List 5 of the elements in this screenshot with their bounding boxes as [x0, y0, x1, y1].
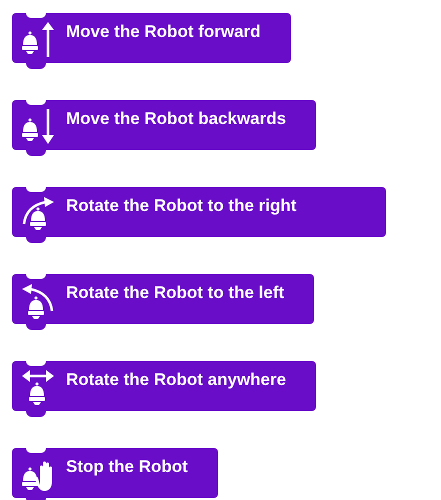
robot-down-arrow-icon: [20, 107, 56, 145]
robot-up-arrow-icon: [20, 20, 56, 58]
robot-curved-arrow-icon: [20, 194, 56, 232]
robot-curved-arrow-icon: [20, 281, 56, 319]
robot-double-arrow-icon: [20, 368, 56, 406]
